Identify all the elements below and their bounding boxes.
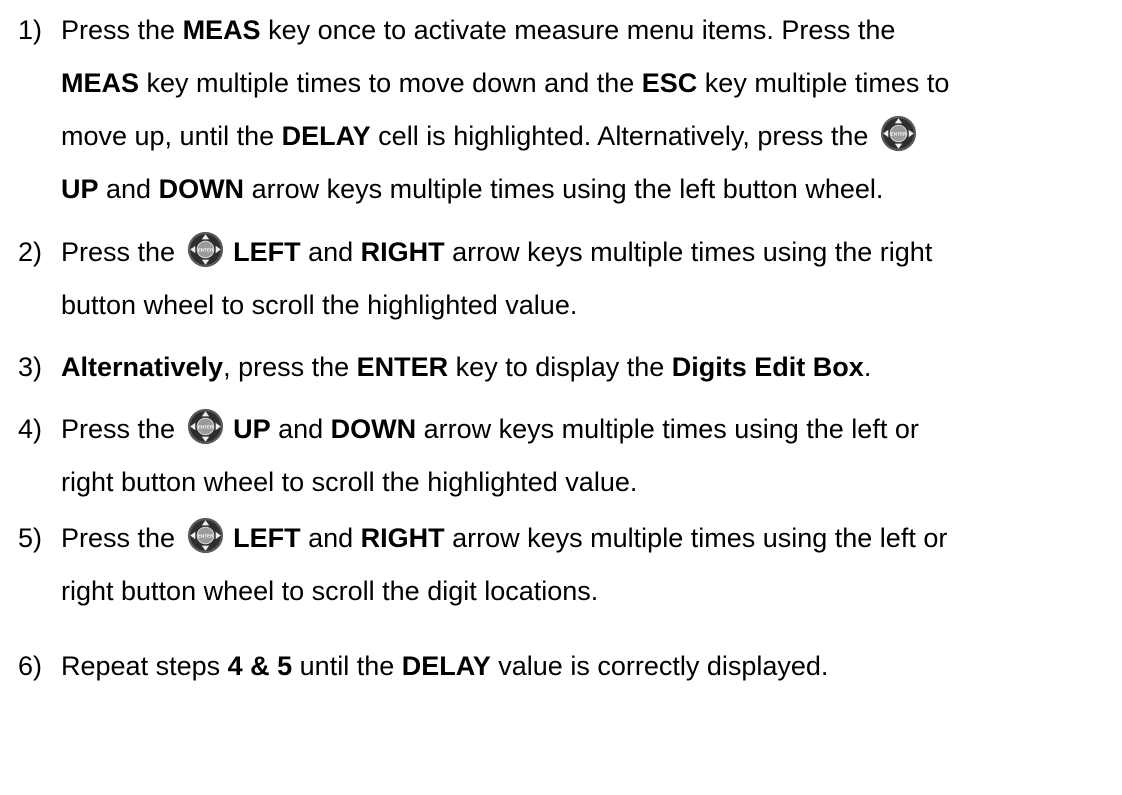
bold-keyword: UP bbox=[233, 414, 271, 444]
bold-keyword: RIGHT bbox=[360, 237, 445, 267]
arrow-pad-icon: ENTER bbox=[187, 231, 224, 268]
bold-keyword: DELAY bbox=[281, 121, 371, 151]
step-3: 3) Alternatively, press the ENTER key to… bbox=[18, 341, 1118, 394]
step-number: 6) bbox=[18, 651, 43, 681]
text-run: arrow keys multiple times using the left… bbox=[444, 523, 948, 553]
text-run: move up, until the bbox=[61, 121, 282, 151]
text-run: right button wheel to scroll the digit l… bbox=[61, 576, 599, 606]
step-text: Press the ENTER UP and DOWN arrow keys m… bbox=[61, 403, 1118, 509]
step-text: Alternatively, press the ENTER key to di… bbox=[61, 341, 1118, 394]
bold-keyword: UP bbox=[61, 174, 99, 204]
text-run: key once to activate measure menu items.… bbox=[260, 15, 896, 45]
step-number: 1) bbox=[18, 15, 43, 45]
step-number: 3) bbox=[18, 352, 43, 382]
text-run: key to display the bbox=[448, 352, 672, 382]
text-run: value is correctly displayed. bbox=[490, 651, 829, 681]
arrow-pad-icon: ENTER bbox=[880, 115, 917, 152]
text-run: and bbox=[270, 414, 331, 444]
text-run bbox=[226, 523, 234, 553]
text-run: Press the bbox=[61, 237, 183, 267]
bold-keyword: 4 & 5 bbox=[227, 651, 293, 681]
text-run: Press the bbox=[61, 414, 183, 444]
bold-keyword: DELAY bbox=[401, 651, 491, 681]
text-run: and bbox=[300, 523, 361, 553]
step-text: Press the MEAS key once to activate meas… bbox=[61, 4, 1118, 216]
bold-keyword: RIGHT bbox=[360, 523, 445, 553]
bold-keyword: MEAS bbox=[61, 68, 140, 98]
text-run: key multiple times to move down and the bbox=[139, 68, 642, 98]
bold-keyword: ESC bbox=[641, 68, 698, 98]
bold-keyword: LEFT bbox=[233, 523, 301, 553]
arrow-pad-icon: ENTER bbox=[187, 408, 224, 445]
text-run: and bbox=[98, 174, 159, 204]
text-run: right button wheel to scroll the highlig… bbox=[61, 467, 638, 497]
text-run: button wheel to scroll the highlighted v… bbox=[61, 290, 578, 320]
arrow-pad-icon: ENTER bbox=[187, 517, 224, 554]
step-text: Press the ENTER LEFT and RIGHT arrow key… bbox=[61, 512, 1118, 618]
bold-keyword: Alternatively bbox=[61, 352, 224, 382]
svg-text:ENTER: ENTER bbox=[197, 247, 213, 252]
bold-keyword: DOWN bbox=[330, 414, 417, 444]
text-run: arrow keys multiple times using the left… bbox=[244, 174, 884, 204]
text-run bbox=[226, 237, 234, 267]
text-run: Press the bbox=[61, 15, 183, 45]
step-number: 5) bbox=[18, 523, 43, 553]
svg-text:ENTER: ENTER bbox=[891, 131, 907, 136]
step-1: 1) Press the MEAS key once to activate m… bbox=[18, 4, 1118, 216]
step-2: 2) Press the ENTER LEFT and RIGHT arrow … bbox=[18, 226, 1118, 332]
text-run: cell is highlighted. Alternatively, pres… bbox=[370, 121, 876, 151]
step-5: 5) Press the ENTER LEFT and RIGHT arrow … bbox=[18, 512, 1118, 618]
step-number: 2) bbox=[18, 237, 43, 267]
step-number: 4) bbox=[18, 414, 43, 444]
text-run: . bbox=[863, 352, 872, 382]
step-4: 4) Press the ENTER UP and DOWN arrow key… bbox=[18, 403, 1118, 509]
text-run: Repeat steps bbox=[61, 651, 228, 681]
text-run: , press the bbox=[223, 352, 357, 382]
step-text: Repeat steps 4 & 5 until the DELAY value… bbox=[61, 640, 1118, 693]
step-text: Press the ENTER LEFT and RIGHT arrow key… bbox=[61, 226, 1118, 332]
step-6: 6) Repeat steps 4 & 5 until the DELAY va… bbox=[18, 640, 1118, 693]
instruction-steps: 1) Press the MEAS key once to activate m… bbox=[18, 4, 1118, 693]
bold-keyword: ENTER bbox=[356, 352, 449, 382]
bold-keyword: LEFT bbox=[233, 237, 301, 267]
bold-keyword: MEAS bbox=[182, 15, 261, 45]
text-run: and bbox=[300, 237, 361, 267]
bold-keyword: DOWN bbox=[158, 174, 245, 204]
text-run: Press the bbox=[61, 523, 183, 553]
text-run: until the bbox=[292, 651, 402, 681]
svg-text:ENTER: ENTER bbox=[197, 424, 213, 429]
text-run: arrow keys multiple times using the righ… bbox=[444, 237, 933, 267]
text-run: arrow keys multiple times using the left… bbox=[416, 414, 919, 444]
svg-text:ENTER: ENTER bbox=[197, 533, 213, 538]
text-run bbox=[226, 414, 234, 444]
text-run: key multiple times to bbox=[697, 68, 950, 98]
bold-keyword: Digits Edit Box bbox=[671, 352, 864, 382]
